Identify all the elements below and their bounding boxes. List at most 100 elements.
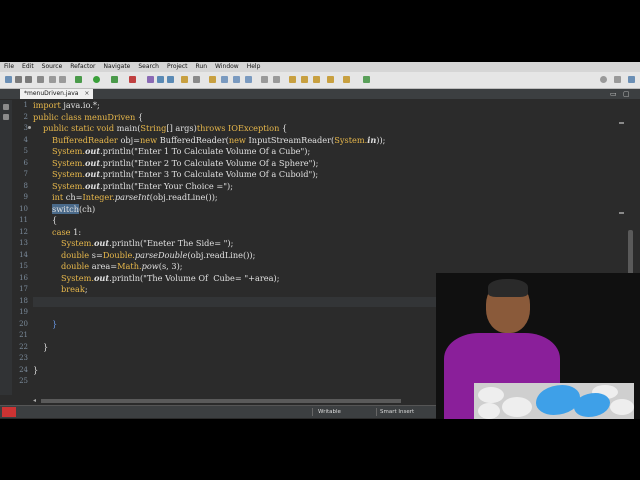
line-number: 19 — [19, 308, 28, 316]
code-line: public class menuDriven { — [33, 112, 144, 122]
toolbar-icon[interactable] — [221, 76, 228, 83]
save-all-icon[interactable] — [25, 76, 32, 83]
debug-icon[interactable] — [75, 76, 82, 83]
perspective-icon[interactable] — [614, 76, 621, 83]
toolbar-icon[interactable] — [363, 76, 370, 83]
maximize-icon[interactable]: ▢ — [623, 90, 630, 98]
code-line: switch(ch) — [52, 204, 96, 214]
overview-ruler-mark[interactable] — [619, 122, 624, 124]
menu-navigate[interactable]: Navigate — [99, 62, 134, 72]
horizontal-scroll-thumb[interactable] — [41, 399, 401, 403]
toolbar-icon[interactable] — [233, 76, 240, 83]
status-separator — [312, 408, 313, 416]
code-line: } — [33, 365, 39, 375]
stone — [478, 387, 504, 403]
toolbar-icon[interactable] — [209, 76, 216, 83]
menu-help[interactable]: Help — [243, 62, 265, 72]
line-number: 8 — [23, 182, 28, 190]
butterfly-wing — [536, 385, 580, 415]
menu-file[interactable]: File — [0, 62, 18, 72]
line-number: 4 — [23, 136, 28, 144]
butterfly-wing — [574, 393, 610, 417]
line-number-ruler: 1 2 3 4 5 6 7 8 9 10 11 12 13 14 15 16 1… — [12, 100, 32, 395]
package-explorer-icon[interactable] — [3, 114, 9, 120]
next-annotation-icon[interactable] — [289, 76, 296, 83]
fold-marker-icon[interactable] — [28, 126, 31, 129]
code-line: case 1: — [52, 227, 82, 237]
left-trim — [0, 100, 12, 395]
line-number: 1 — [23, 101, 28, 109]
menu-search[interactable]: Search — [134, 62, 163, 72]
new-package-icon[interactable] — [157, 76, 164, 83]
code-line: System.out.println("Eneter The Side= "); — [61, 238, 234, 248]
writable-status: Writable — [318, 409, 341, 415]
toolbar-icon[interactable] — [49, 76, 56, 83]
toolbar-icon[interactable] — [59, 76, 66, 83]
insert-mode-status: Smart Insert — [380, 409, 415, 415]
selected-keyword: switch — [52, 204, 79, 214]
line-number: 22 — [19, 343, 28, 351]
background-stones — [474, 383, 634, 419]
new-icon[interactable] — [5, 76, 12, 83]
java-perspective-icon[interactable] — [628, 76, 635, 83]
quick-access-search-icon[interactable] — [600, 76, 607, 83]
menu-source[interactable]: Source — [38, 62, 67, 72]
line-number: 7 — [23, 170, 28, 178]
webcam-overlay — [436, 273, 640, 419]
editor-tab-bar: *menuDriven.java × ▭ ▢ — [0, 89, 640, 99]
print-icon[interactable] — [37, 76, 44, 83]
restore-icon[interactable] — [3, 104, 9, 110]
new-class-icon[interactable] — [167, 76, 174, 83]
code-line: break; — [61, 284, 88, 294]
external-tools-icon[interactable] — [129, 76, 136, 83]
scroll-left-icon[interactable]: ◂ — [33, 397, 36, 405]
line-number: 5 — [23, 147, 28, 155]
toolbar-icon[interactable] — [261, 76, 268, 83]
code-line: double s=Double.parseDouble(obj.readLine… — [61, 250, 256, 260]
search-icon[interactable] — [193, 76, 200, 83]
code-line: System.out.println("Enter 1 To Calculate… — [52, 146, 311, 156]
toolbar — [0, 72, 640, 89]
menu-run[interactable]: Run — [192, 62, 212, 72]
coverage-icon[interactable] — [111, 76, 118, 83]
line-number: 17 — [19, 285, 28, 293]
menu-project[interactable]: Project — [163, 62, 192, 72]
line-number: 25 — [19, 377, 28, 385]
stone — [502, 397, 532, 417]
line-number: 23 — [19, 354, 28, 362]
line-number: 15 — [19, 262, 28, 270]
open-type-icon[interactable] — [181, 76, 188, 83]
menu-edit[interactable]: Edit — [18, 62, 38, 72]
line-number: 16 — [19, 274, 28, 282]
line-number: 2 — [23, 113, 28, 121]
toolbar-icon[interactable] — [273, 76, 280, 83]
stone — [478, 403, 500, 419]
code-line: int ch=Integer.parseInt(obj.readLine()); — [52, 192, 218, 202]
app-logo-icon — [2, 407, 16, 417]
stone — [610, 399, 634, 415]
overview-ruler-mark[interactable] — [619, 212, 624, 214]
forward-icon[interactable] — [343, 76, 350, 83]
previous-annotation-icon[interactable] — [301, 76, 308, 83]
line-number: 24 — [19, 366, 28, 374]
run-icon[interactable] — [93, 76, 100, 83]
toolbar-icon[interactable] — [245, 76, 252, 83]
code-line: } — [43, 342, 49, 352]
line-number: 11 — [19, 216, 28, 224]
new-java-project-icon[interactable] — [147, 76, 154, 83]
horizontal-scrollbar[interactable]: ◂ — [33, 397, 433, 405]
close-icon[interactable]: × — [84, 90, 89, 97]
menu-window[interactable]: Window — [211, 62, 243, 72]
tab-menudriven-java[interactable]: *menuDriven.java × — [20, 89, 94, 99]
line-number: 13 — [19, 239, 28, 247]
line-number: 14 — [19, 251, 28, 259]
save-icon[interactable] — [15, 76, 22, 83]
line-number: 3 — [23, 124, 28, 132]
line-number: 18 — [19, 297, 28, 305]
code-line: System.out.println("Enter Your Choice ="… — [52, 181, 233, 191]
last-edit-icon[interactable] — [313, 76, 320, 83]
menu-refactor[interactable]: Refactor — [66, 62, 99, 72]
line-number: 21 — [19, 331, 28, 339]
minimize-icon[interactable]: ▭ — [610, 90, 617, 98]
back-icon[interactable] — [327, 76, 334, 83]
